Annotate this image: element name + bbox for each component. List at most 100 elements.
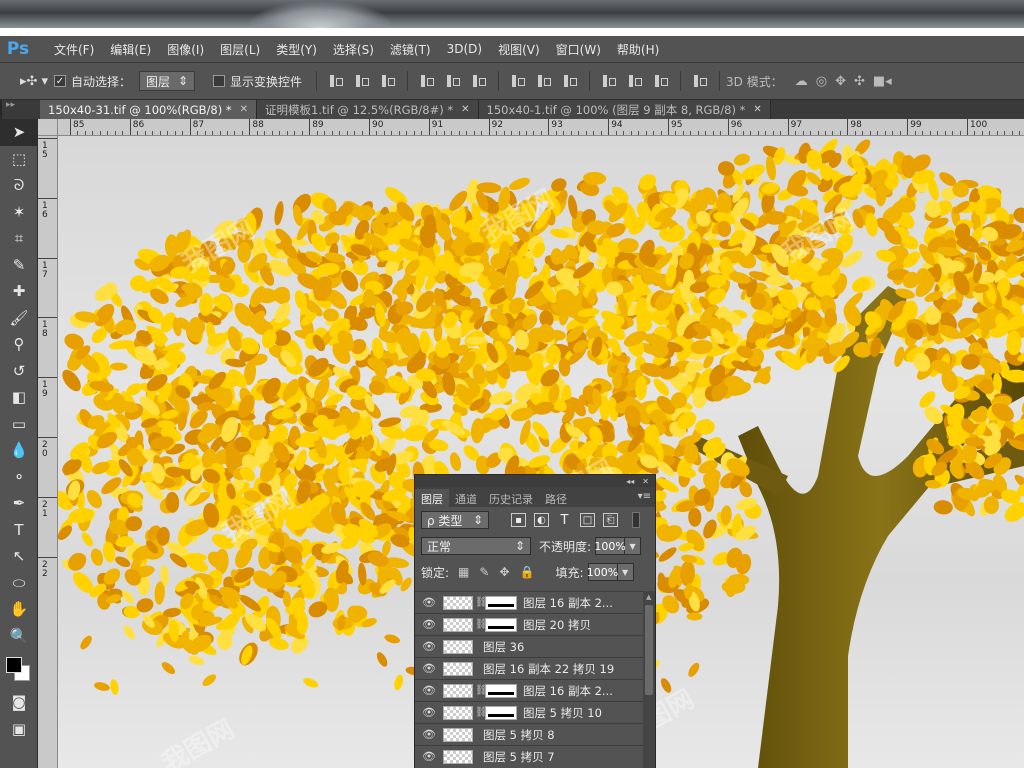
visibility-eye-icon[interactable]: 👁	[415, 596, 443, 609]
layer-thumbnail[interactable]	[443, 661, 473, 676]
link-chain-icon[interactable]: ⛓	[475, 685, 488, 696]
layer-mask-thumbnail[interactable]	[485, 683, 517, 698]
dodge-tool-icon[interactable]: ⚬	[0, 464, 38, 491]
history-brush-tool-icon[interactable]: ↺	[0, 358, 38, 385]
tool-preset-picker[interactable]: ▸✣ ▾	[20, 74, 54, 89]
eraser-tool-icon[interactable]: ◧	[0, 384, 38, 411]
fill-input[interactable]: 100%	[587, 563, 618, 581]
ellipse-tool-icon[interactable]: ⬭	[0, 570, 38, 597]
vertical-ruler[interactable]: 15 16 17 18 19 20 21 22	[38, 136, 58, 768]
lock-position-icon[interactable]: ✥	[499, 565, 509, 579]
3d-scale-icon[interactable]: ■◂	[873, 74, 892, 89]
filter-pixel-icon[interactable]: ▪	[511, 513, 526, 527]
3d-roll-icon[interactable]: ◎	[816, 74, 827, 89]
marquee-tool-icon[interactable]: ⬚	[0, 146, 38, 173]
align-vcenter-icon[interactable]	[353, 72, 371, 90]
link-chain-icon[interactable]: ⛓	[475, 707, 488, 718]
move-tool-icon[interactable]: ➤	[0, 119, 38, 146]
3d-slide-icon[interactable]: ✣	[854, 74, 865, 89]
align-bottom-icon[interactable]	[379, 72, 397, 90]
magic-wand-tool-icon[interactable]: ✶	[0, 199, 38, 226]
lock-all-icon[interactable]: 🔒	[520, 565, 535, 579]
layer-mask-thumbnail[interactable]	[485, 705, 517, 720]
layer-name[interactable]: 图层 36	[475, 639, 524, 655]
layer-mask-thumbnail[interactable]	[485, 595, 517, 610]
link-chain-icon[interactable]: ⛓	[475, 619, 488, 630]
layer-name[interactable]: 图层 5 拷贝 10	[523, 705, 602, 721]
menu-type[interactable]: 类型(Y)	[268, 41, 325, 58]
close-icon[interactable]: ✕	[753, 104, 761, 115]
menu-3d[interactable]: 3D(D)	[439, 42, 490, 56]
filter-toggle[interactable]	[632, 512, 640, 528]
layer-list-scrollbar[interactable]: ▲	[643, 591, 655, 768]
filter-adjustment-icon[interactable]: ◐	[534, 513, 549, 527]
layer-filter-dropdown[interactable]: ρ 类型 ⇕	[421, 511, 489, 529]
menu-window[interactable]: 窗口(W)	[548, 41, 609, 58]
layer-row[interactable]: 👁 ⛓ 图层 16 副本 2...	[415, 591, 643, 613]
distribute-hcenter-icon[interactable]	[626, 72, 644, 90]
visibility-eye-icon[interactable]: 👁	[415, 618, 443, 631]
layer-thumbnail[interactable]	[443, 639, 473, 654]
distribute-bottom-icon[interactable]	[561, 72, 579, 90]
menu-layer[interactable]: 图层(L)	[212, 41, 268, 58]
layer-row[interactable]: 👁 ⛓ 图层 16 副本 2...	[415, 679, 643, 701]
blend-mode-dropdown[interactable]: 正常 ⇕	[421, 537, 531, 555]
eyedropper-tool-icon[interactable]: ✎	[0, 252, 38, 279]
ruler-origin[interactable]	[38, 119, 58, 136]
tab-history[interactable]: 历史记录	[483, 489, 539, 507]
layer-thumbnail[interactable]	[443, 705, 473, 720]
quick-mask-icon[interactable]: ◙	[0, 689, 38, 716]
panel-menu-icon[interactable]: ▾≡	[638, 491, 651, 502]
layer-thumbnail[interactable]	[443, 595, 473, 610]
visibility-eye-icon[interactable]: 👁	[415, 662, 443, 675]
scrollbar-thumb[interactable]	[645, 605, 653, 695]
hand-tool-icon[interactable]: ✋	[0, 596, 38, 623]
visibility-eye-icon[interactable]: 👁	[415, 640, 443, 653]
collapse-icon[interactable]: ◂◂	[626, 477, 634, 486]
3d-pan-icon[interactable]: ✥	[835, 74, 846, 89]
distribute-vcenter-icon[interactable]	[535, 72, 553, 90]
layer-row[interactable]: 👁 图层 16 副本 22 拷贝 19	[415, 657, 643, 679]
foreground-color-swatch[interactable]	[6, 657, 22, 673]
scroll-up-icon[interactable]: ▲	[646, 593, 651, 601]
tab-paths[interactable]: 路径	[539, 489, 573, 507]
pen-tool-icon[interactable]: ✒	[0, 490, 38, 517]
menu-filter[interactable]: 滤镜(T)	[382, 41, 439, 58]
link-chain-icon[interactable]: ⛓	[475, 597, 488, 608]
filter-type-icon[interactable]: T	[557, 513, 572, 528]
opacity-input[interactable]: 100%	[594, 537, 626, 555]
layer-row[interactable]: 👁 ⛓ 图层 5 拷贝 10	[415, 701, 643, 723]
layer-name[interactable]: 图层 16 副本 2...	[523, 595, 613, 611]
menu-edit[interactable]: 编辑(E)	[102, 41, 159, 58]
distribute-right-icon[interactable]	[652, 72, 670, 90]
tab-layers[interactable]: 图层	[415, 489, 449, 507]
auto-align-icon[interactable]	[691, 72, 709, 90]
align-right-icon[interactable]	[470, 72, 488, 90]
gradient-tool-icon[interactable]: ▭	[0, 411, 38, 438]
layer-name[interactable]: 图层 16 副本 22 拷贝 19	[475, 661, 614, 677]
zoom-tool-icon[interactable]: 🔍	[0, 623, 38, 650]
healing-brush-tool-icon[interactable]: ✚	[0, 278, 38, 305]
layer-name[interactable]: 图层 5 拷贝 8	[475, 727, 555, 743]
layer-row[interactable]: 👁 图层 5 拷贝 7	[415, 745, 643, 767]
layer-name[interactable]: 图层 5 拷贝 7	[475, 749, 555, 765]
layer-mask-thumbnail[interactable]	[485, 617, 517, 632]
clone-stamp-tool-icon[interactable]: ⚲	[0, 331, 38, 358]
distribute-left-icon[interactable]	[600, 72, 618, 90]
layer-thumbnail[interactable]	[443, 749, 473, 764]
show-transform-checkbox[interactable]	[213, 75, 226, 87]
screen-mode-icon[interactable]: ▣	[0, 716, 38, 743]
blur-tool-icon[interactable]: 💧	[0, 437, 38, 464]
layer-name[interactable]: 图层 20 拷贝	[523, 617, 591, 633]
layer-row[interactable]: 👁 图层 36	[415, 635, 643, 657]
3d-rotate-icon[interactable]: ☁	[795, 74, 808, 89]
menu-view[interactable]: 视图(V)	[490, 41, 548, 58]
visibility-eye-icon[interactable]: 👁	[415, 706, 443, 719]
horizontal-ruler[interactable]: 85 86 87 88 89 90 91 92 93 94 95 96 97 98 99 100	[58, 119, 1024, 136]
type-tool-icon[interactable]: T	[0, 517, 38, 544]
fill-slider-toggle[interactable]: ▼	[617, 563, 634, 581]
menu-file[interactable]: 文件(F)	[46, 41, 102, 58]
path-selection-tool-icon[interactable]: ↖	[0, 543, 38, 570]
color-swatches[interactable]	[0, 649, 38, 689]
opacity-slider-toggle[interactable]: ▼	[625, 537, 642, 555]
